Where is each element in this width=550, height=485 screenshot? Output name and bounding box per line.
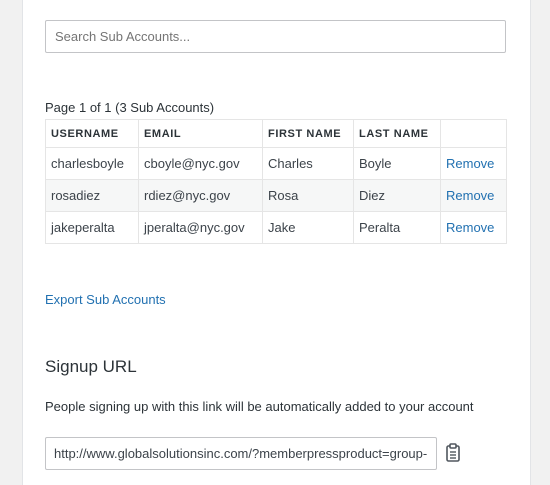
clipboard-icon[interactable] bbox=[444, 443, 462, 463]
column-header-last-name: LAST NAME bbox=[353, 119, 441, 148]
cell-username: jakeperalta bbox=[45, 211, 139, 244]
cell-actions: Remove bbox=[440, 179, 507, 212]
cell-actions: Remove bbox=[440, 211, 507, 244]
column-header-first-name: FIRST NAME bbox=[262, 119, 354, 148]
cell-email: rdiez@nyc.gov bbox=[138, 179, 263, 212]
signup-url-field[interactable] bbox=[45, 437, 437, 470]
cell-email: jperalta@nyc.gov bbox=[138, 211, 263, 244]
remove-link[interactable]: Remove bbox=[446, 220, 494, 235]
cell-last-name: Boyle bbox=[353, 147, 441, 180]
column-header-actions bbox=[440, 119, 507, 148]
remove-link[interactable]: Remove bbox=[446, 188, 494, 203]
search-sub-accounts-input[interactable] bbox=[45, 20, 506, 53]
sub-accounts-table: USERNAME EMAIL FIRST NAME LAST NAME char… bbox=[45, 119, 507, 244]
table-row: rosadiez rdiez@nyc.gov Rosa Diez Remove bbox=[45, 179, 507, 212]
cell-email: cboyle@nyc.gov bbox=[138, 147, 263, 180]
column-header-email: EMAIL bbox=[138, 119, 263, 148]
sub-accounts-panel: Page 1 of 1 (3 Sub Accounts) USERNAME EM… bbox=[22, 0, 531, 485]
table-header-row: USERNAME EMAIL FIRST NAME LAST NAME bbox=[45, 119, 507, 148]
pagination-info: Page 1 of 1 (3 Sub Accounts) bbox=[45, 100, 215, 115]
cell-actions: Remove bbox=[440, 147, 507, 180]
signup-url-description: People signing up with this link will be… bbox=[45, 399, 474, 414]
column-header-username: USERNAME bbox=[45, 119, 139, 148]
cell-first-name: Rosa bbox=[262, 179, 354, 212]
table-row: charlesboyle cboyle@nyc.gov Charles Boyl… bbox=[45, 147, 507, 180]
export-sub-accounts-link[interactable]: Export Sub Accounts bbox=[45, 292, 166, 307]
cell-last-name: Peralta bbox=[353, 211, 441, 244]
signup-url-heading: Signup URL bbox=[45, 357, 137, 376]
cell-last-name: Diez bbox=[353, 179, 441, 212]
cell-username: rosadiez bbox=[45, 179, 139, 212]
cell-first-name: Jake bbox=[262, 211, 354, 244]
remove-link[interactable]: Remove bbox=[446, 156, 494, 171]
cell-first-name: Charles bbox=[262, 147, 354, 180]
table-row: jakeperalta jperalta@nyc.gov Jake Peralt… bbox=[45, 211, 507, 244]
cell-username: charlesboyle bbox=[45, 147, 139, 180]
